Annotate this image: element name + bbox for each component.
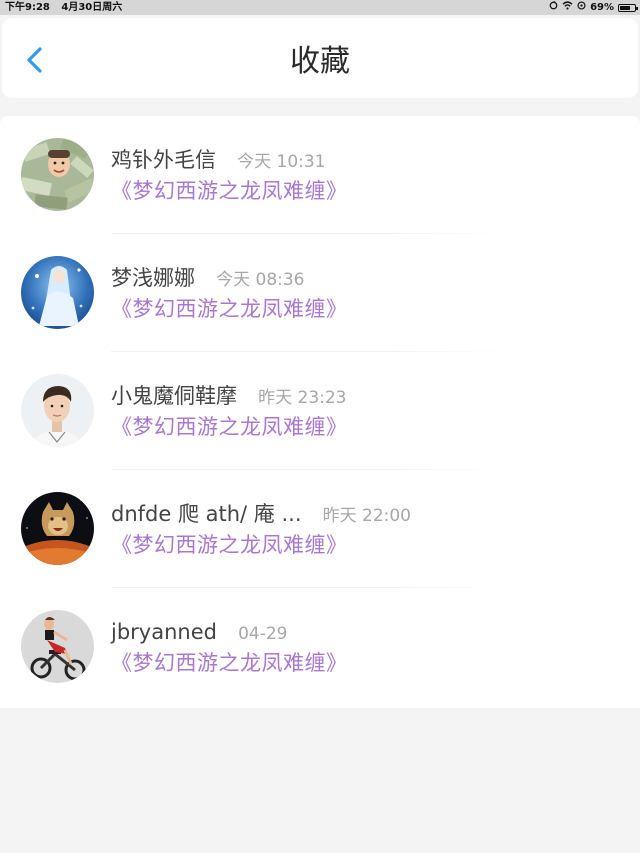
name-line: 梦浅娜娜 今天 08:36: [111, 264, 305, 294]
status-bar: 下午9:28 4月30日周六 69%: [0, 0, 640, 15]
game-title-link[interactable]: 《梦幻西游之龙凤难缠》: [111, 531, 348, 559]
status-date: 4月30日周六: [61, 2, 123, 13]
game-title-link[interactable]: 《梦幻西游之龙凤难缠》: [111, 413, 348, 441]
list-item[interactable]: 鸡钋外毛信 今天 10:31 《梦幻西游之龙凤难缠》: [0, 116, 640, 234]
status-time: 下午9:28: [5, 2, 50, 13]
battery-percent: 69%: [590, 2, 614, 13]
avatar[interactable]: [21, 610, 94, 683]
location-icon: [577, 0, 586, 15]
status-left: 下午9:28 4月30日周六: [5, 0, 130, 15]
avatar[interactable]: [21, 492, 94, 565]
status-right: 69%: [549, 0, 638, 15]
nav-header: 收藏: [2, 18, 638, 98]
user-name: 小鬼魔侗鞋摩: [111, 384, 237, 408]
list-item[interactable]: 梦浅娜娜 今天 08:36 《梦幻西游之龙凤难缠》: [0, 234, 640, 352]
game-title-link[interactable]: 《梦幻西游之龙凤难缠》: [111, 177, 348, 205]
user-name: jbryanned: [111, 620, 217, 644]
orientation-lock-icon: [549, 0, 558, 15]
timestamp: 昨天 22:00: [322, 506, 411, 526]
timestamp: 昨天 23:23: [258, 388, 347, 408]
user-name: 梦浅娜娜: [111, 266, 195, 290]
game-title-link[interactable]: 《梦幻西游之龙凤难缠》: [111, 649, 348, 677]
timestamp: 今天 08:36: [216, 270, 305, 290]
favorites-list: 鸡钋外毛信 今天 10:31 《梦幻西游之龙凤难缠》 梦浅娜娜 今天 08:36…: [0, 116, 640, 708]
name-line: jbryanned 04-29: [111, 618, 287, 648]
user-name: 鸡钋外毛信: [111, 148, 216, 172]
name-line: 小鬼魔侗鞋摩 昨天 23:23: [111, 382, 347, 412]
battery-icon: [618, 3, 638, 12]
avatar[interactable]: [21, 256, 94, 329]
list-item[interactable]: dnfde 爬 ath/ 庵 ... 昨天 22:00 《梦幻西游之龙凤难缠》: [0, 470, 640, 588]
game-title-link[interactable]: 《梦幻西游之龙凤难缠》: [111, 295, 348, 323]
name-line: dnfde 爬 ath/ 庵 ... 昨天 22:00: [111, 500, 411, 530]
name-line: 鸡钋外毛信 今天 10:31: [111, 146, 326, 176]
timestamp: 04-29: [238, 624, 288, 644]
list-item[interactable]: jbryanned 04-29 《梦幻西游之龙凤难缠》: [0, 588, 640, 706]
timestamp: 今天 10:31: [237, 152, 326, 172]
avatar[interactable]: [21, 374, 94, 447]
wifi-icon: [562, 0, 573, 15]
list-item[interactable]: 小鬼魔侗鞋摩 昨天 23:23 《梦幻西游之龙凤难缠》: [0, 352, 640, 470]
avatar[interactable]: [21, 138, 94, 211]
battery-fill: [620, 5, 630, 10]
page-title: 收藏: [290, 44, 350, 79]
user-name: dnfde 爬 ath/ 庵 ...: [111, 502, 302, 526]
